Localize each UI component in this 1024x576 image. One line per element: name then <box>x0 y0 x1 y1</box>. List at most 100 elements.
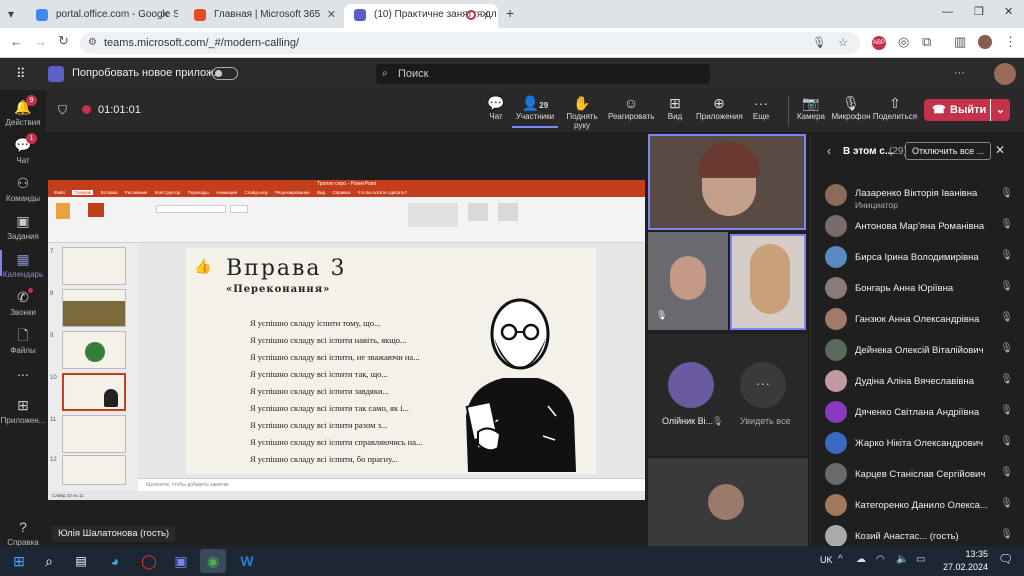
tab-list-icon[interactable]: ▾ <box>8 7 14 21</box>
rail-item-activity[interactable]: 🔔 9 Действия <box>0 95 46 127</box>
extension-globe-icon[interactable]: ◎ <box>898 34 909 50</box>
tray-chevron-icon[interactable]: ^ <box>838 554 843 565</box>
font-name-field[interactable] <box>156 205 226 213</box>
browser-tab-m365[interactable]: Главная | Microsoft 365 ✕ <box>184 4 344 28</box>
react-button[interactable]: ☺ Реагировать <box>608 94 654 121</box>
participant-row[interactable]: Бирса Ірина Володимирівна 🎙 <box>825 244 1015 274</box>
participant-row[interactable]: Бонгарь Анна Юріївна 🎙 <box>825 275 1015 305</box>
participant-row[interactable]: Дяченко Світлана Андріївна 🎙 <box>825 399 1015 429</box>
app-launcher-icon[interactable]: ⠿ <box>16 66 26 82</box>
participant-row[interactable]: Карцев Станіслав Сергійович 🎙 <box>825 461 1015 491</box>
ppt-tab[interactable]: Рисование <box>125 190 148 195</box>
rail-item-teams[interactable]: ⚇ Команды <box>0 174 46 203</box>
video-tile[interactable]: 🎙 <box>648 232 728 330</box>
maximize-button[interactable]: ❐ <box>974 5 984 18</box>
close-panel-icon[interactable]: ✕ <box>995 143 1005 157</box>
minimize-button[interactable]: — <box>942 6 953 18</box>
participant-row[interactable]: Лазаренко Вікторія Іванівна Инициатор 🎙 <box>825 182 1015 212</box>
leave-button[interactable]: ☎ Выйти ⌄ <box>924 99 1010 121</box>
ppt-tab[interactable]: Что вы хотите сделать? <box>357 190 407 195</box>
leave-options-chevron-icon[interactable]: ⌄ <box>990 99 1010 121</box>
notifications-icon[interactable]: 🗨 <box>998 552 1013 566</box>
forward-icon[interactable]: → <box>34 34 47 49</box>
current-slide[interactable]: 👍 Вправа 3 «Переконання» Я успішно склад… <box>186 248 596 474</box>
ppt-tab[interactable]: Вид <box>317 190 325 195</box>
opera-icon[interactable]: ◯ <box>136 549 162 573</box>
adblock-extension-icon[interactable]: ABP <box>872 36 886 50</box>
see-all-button[interactable]: ··· <box>740 362 786 408</box>
chevron-left-icon[interactable]: ‹ <box>827 144 831 158</box>
browser-menu-icon[interactable]: ⋮ <box>1004 34 1017 50</box>
profile-avatar[interactable] <box>978 35 992 49</box>
slide-thumbnail[interactable] <box>62 247 126 285</box>
video-tile-presenter[interactable] <box>648 134 806 230</box>
side-panel-icon[interactable]: ▥ <box>954 34 966 50</box>
rail-item-calls[interactable]: ✆ Звонки <box>0 288 46 317</box>
share-button[interactable]: ⇧ Поделиться <box>872 94 918 121</box>
site-info-icon[interactable]: ⚙ <box>88 32 97 54</box>
clock-date[interactable]: 27.02.2024 <box>934 562 988 572</box>
reload-icon[interactable]: ↻ <box>58 33 69 49</box>
task-view-icon[interactable]: ▤ <box>68 549 94 573</box>
close-window-button[interactable]: ✕ <box>1004 5 1013 18</box>
close-tab-icon[interactable]: ✕ <box>327 4 336 26</box>
participant-row[interactable]: Антонова Мар'яна Романівна 🎙 <box>825 213 1015 243</box>
slide-thumbnail[interactable] <box>62 289 126 327</box>
participant-row[interactable]: Дейнека Олексій Віталійович 🎙 <box>825 337 1015 367</box>
shapes-gallery[interactable] <box>408 203 458 227</box>
participants-button[interactable]: 👤29 Участники <box>512 94 558 128</box>
ppt-tab[interactable]: Справка <box>332 190 350 195</box>
rail-item-help[interactable]: ? Справка <box>0 518 46 547</box>
rail-item-files[interactable]: 🗋 Файлы <box>0 326 46 355</box>
chrome-icon[interactable]: ◉ <box>200 549 226 573</box>
ppt-tab[interactable]: Рецензирование <box>275 190 310 195</box>
search-input[interactable]: ⌕ Поиск <box>376 64 710 84</box>
ppt-tab[interactable]: Файл <box>54 190 65 195</box>
new-teams-toggle[interactable] <box>212 67 238 80</box>
search-icon[interactable]: ⌕ <box>36 549 62 573</box>
view-button[interactable]: ⊞ Вид <box>652 94 698 121</box>
rail-item-more[interactable]: ... <box>0 362 46 382</box>
notes-pane[interactable]: Щелкните, чтобы добавить заметки <box>138 478 645 491</box>
more-options-icon[interactable]: ··· <box>954 67 965 79</box>
close-tab-icon[interactable]: ✕ <box>481 4 490 26</box>
arrange-icon[interactable] <box>468 203 488 221</box>
rail-item-assignments[interactable]: ▣ Задания <box>0 212 46 241</box>
ppt-tab[interactable]: Слайд-шоу <box>244 190 267 195</box>
teams-taskbar-icon[interactable]: ▣ <box>168 549 194 573</box>
participant-row[interactable]: Ганзюк Анна Олександрівна 🎙 <box>825 306 1015 336</box>
participant-row[interactable]: Жарко Нікіта Олександрович 🎙 <box>825 430 1015 460</box>
user-avatar[interactable] <box>994 63 1016 85</box>
close-tab-icon[interactable]: ✕ <box>161 4 170 26</box>
ppt-tab[interactable]: Конструктор <box>155 190 181 195</box>
extensions-icon[interactable]: ⧉ <box>922 34 931 50</box>
new-tab-button[interactable]: + <box>506 5 514 21</box>
font-size-field[interactable] <box>230 205 248 213</box>
tray-icon[interactable]: ☁ <box>856 554 866 565</box>
slide-thumbnail-active[interactable] <box>62 373 126 411</box>
microphone-button[interactable]: 🎙 Микрофон <box>828 94 874 121</box>
url-field[interactable]: ⚙ teams.microsoft.com/_#/modern-calling/… <box>80 32 860 54</box>
slide-thumbnail[interactable] <box>62 455 126 485</box>
new-slide-icon[interactable] <box>88 203 104 217</box>
back-icon[interactable]: ← <box>10 34 23 49</box>
video-tile[interactable] <box>730 234 806 330</box>
bookmark-star-icon[interactable]: ☆ <box>838 32 848 54</box>
ppt-tab[interactable]: Анимация <box>216 190 237 195</box>
participant-row[interactable]: Категоренко Данило Олекса... 🎙 <box>825 492 1015 522</box>
slide-thumbnail[interactable] <box>62 415 126 453</box>
microphone-icon[interactable]: 🎙 <box>812 32 826 54</box>
slide-thumbnail[interactable] <box>62 331 126 369</box>
avatar[interactable] <box>668 362 714 408</box>
edge-icon[interactable]: ◕ <box>102 549 128 573</box>
browser-tab-google[interactable]: portal.office.com - Google Sear ✕ <box>26 4 178 28</box>
battery-icon[interactable]: ▭ <box>916 554 925 565</box>
ppt-tab[interactable]: Переходы <box>188 190 209 195</box>
rail-item-apps[interactable]: ⊞ Приложен... <box>0 396 46 425</box>
apps-button[interactable]: ⊕ Приложения <box>696 94 743 121</box>
windows-start-icon[interactable]: ⊞ <box>6 549 32 573</box>
clock-time[interactable]: 13:35 <box>940 549 988 559</box>
shield-icon[interactable]: ⛉ <box>58 103 67 118</box>
volume-icon[interactable]: 🔈 <box>896 554 908 565</box>
ppt-tab[interactable]: Главная <box>72 190 94 195</box>
